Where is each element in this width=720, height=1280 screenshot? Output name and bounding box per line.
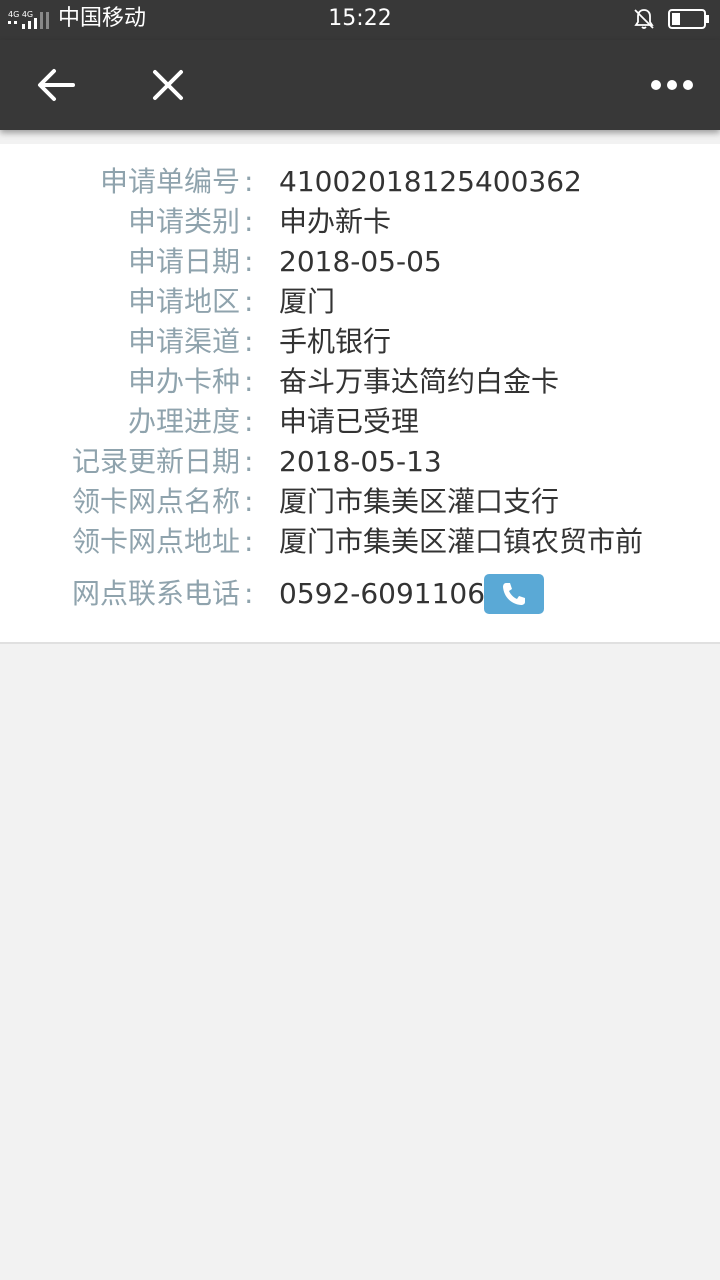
field-label: 申办卡种 bbox=[127, 365, 240, 398]
field-label: 申请地区 bbox=[127, 285, 240, 318]
field-application-number: 申请单编号 : 41002018125400362 bbox=[0, 162, 720, 202]
field-progress: 办理进度 : 申请已受理 bbox=[0, 402, 720, 442]
field-colon: : bbox=[244, 365, 254, 398]
field-value: 2018-05-05 bbox=[279, 245, 442, 278]
navigation-bar bbox=[0, 40, 720, 130]
phone-icon bbox=[503, 583, 525, 605]
field-label: 申请渠道 bbox=[127, 325, 240, 358]
field-application-channel: 申请渠道 : 手机银行 bbox=[0, 322, 720, 362]
bell-muted-icon bbox=[634, 9, 654, 29]
field-value: 手机银行 bbox=[279, 325, 392, 358]
field-value: 2018-05-13 bbox=[279, 445, 442, 478]
field-application-type: 申请类别 : 申办新卡 bbox=[0, 202, 720, 242]
field-label: 申请单编号 bbox=[99, 165, 240, 198]
field-value: 厦门市集美区灌口支行 bbox=[279, 485, 560, 518]
field-colon: : bbox=[244, 285, 254, 318]
status-time: 15:22 bbox=[328, 6, 392, 31]
field-label: 申请日期 bbox=[127, 245, 240, 278]
field-colon: : bbox=[244, 405, 254, 438]
arrow-left-icon[interactable] bbox=[32, 60, 82, 110]
battery-icon bbox=[668, 9, 709, 29]
call-button[interactable] bbox=[484, 574, 544, 614]
field-colon: : bbox=[244, 577, 254, 610]
field-colon: : bbox=[244, 165, 254, 198]
application-detail-card: 申请单编号 : 41002018125400362 申请类别 : 申办新卡 申请… bbox=[0, 144, 720, 644]
field-value: 厦门 bbox=[279, 285, 336, 318]
field-colon: : bbox=[244, 245, 254, 278]
field-application-date: 申请日期 : 2018-05-05 bbox=[0, 242, 720, 282]
field-application-region: 申请地区 : 厦门 bbox=[0, 282, 720, 322]
field-label: 领卡网点名称 bbox=[71, 485, 240, 518]
field-colon: : bbox=[244, 205, 254, 238]
field-label: 办理进度 bbox=[127, 405, 240, 438]
field-value: 申办新卡 bbox=[279, 205, 392, 238]
field-colon: : bbox=[244, 325, 254, 358]
field-colon: : bbox=[244, 445, 254, 478]
field-label: 网点联系电话 bbox=[71, 577, 240, 610]
status-bar: 4G 4G 中国移动 15:22 bbox=[0, 0, 720, 40]
field-branch-name: 领卡网点名称 : 厦门市集美区灌口支行 bbox=[0, 482, 720, 522]
field-value: 申请已受理 bbox=[279, 405, 420, 438]
field-value: 41002018125400362 bbox=[279, 165, 582, 198]
more-horizontal-icon[interactable] bbox=[644, 60, 700, 110]
phone-number[interactable]: 0592-6091106 bbox=[279, 574, 485, 614]
field-colon: : bbox=[244, 485, 254, 518]
field-value: 厦门市集美区灌口镇农贸市前 bbox=[279, 525, 644, 558]
field-card-type: 申办卡种 : 奋斗万事达简约白金卡 bbox=[0, 362, 720, 402]
field-value: 奋斗万事达简约白金卡 bbox=[279, 365, 560, 398]
field-label: 领卡网点地址 bbox=[71, 525, 240, 558]
field-record-update-date: 记录更新日期 : 2018-05-13 bbox=[0, 442, 720, 482]
field-label: 记录更新日期 bbox=[71, 445, 240, 478]
field-label: 申请类别 bbox=[127, 205, 240, 238]
field-branch-address: 领卡网点地址 : 厦门市集美区灌口镇农贸市前 bbox=[0, 522, 720, 562]
field-colon: : bbox=[244, 525, 254, 558]
field-branch-phone: 网点联系电话 : 0592-6091106 bbox=[0, 574, 720, 614]
close-icon[interactable] bbox=[143, 60, 193, 110]
